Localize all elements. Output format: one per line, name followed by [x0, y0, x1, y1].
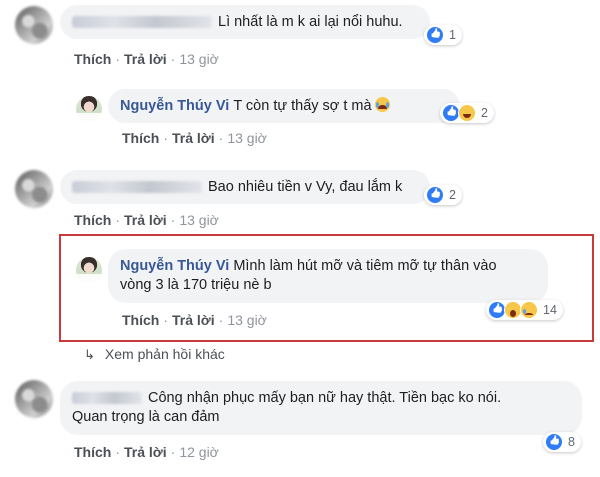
like-button[interactable]: Thích: [74, 51, 111, 67]
crying-emoji-icon: [374, 97, 390, 112]
reaction-count: 8: [568, 435, 575, 449]
avatar[interactable]: [15, 6, 53, 44]
comment-bubble: Lì nhất là m k ai lại nổi huhu.: [60, 5, 430, 39]
timestamp[interactable]: 13 giờ: [179, 212, 219, 228]
sad-icon: [520, 301, 538, 319]
reaction-summary[interactable]: 14: [486, 300, 563, 320]
reaction-summary[interactable]: 1: [424, 25, 462, 45]
comment-actions: Thích · Trả lời · 13 giờ: [74, 212, 219, 228]
reply-button[interactable]: Trả lời: [172, 312, 215, 328]
reaction-count: 1: [449, 28, 456, 42]
like-icon: [426, 26, 444, 44]
like-icon: [545, 433, 563, 451]
comment-bubble: Công nhận phục mấy bạn nữ hay thật. Tiền…: [60, 381, 582, 435]
like-button[interactable]: Thích: [122, 130, 159, 146]
reply-button[interactable]: Trả lời: [124, 212, 167, 228]
reply-button[interactable]: Trả lời: [124, 51, 167, 67]
comment-bubble: Bao nhiêu tiền v Vy, đau lắm k: [60, 170, 430, 204]
comment-text-line1: Công nhận phục mấy bạn nữ hay thật. Tiền…: [148, 390, 502, 406]
haha-icon: [458, 104, 476, 122]
like-button[interactable]: Thích: [74, 212, 111, 228]
author-name-blurred[interactable]: [72, 16, 212, 29]
comment-text: Lì nhất là m k ai lại nổi huhu.: [218, 14, 403, 30]
avatar[interactable]: [76, 96, 102, 122]
reply-button[interactable]: Trả lời: [172, 130, 215, 146]
comment-text: Bao nhiêu tiền v Vy, đau lắm k: [208, 179, 403, 195]
reaction-summary[interactable]: 2: [424, 185, 462, 205]
comment-actions: Thích · Trả lời · 13 giờ: [74, 51, 219, 67]
like-icon: [426, 186, 444, 204]
avatar[interactable]: [15, 380, 53, 418]
reaction-count: 2: [449, 188, 456, 202]
avatar[interactable]: [15, 170, 53, 208]
comment-text-line1: Mình làm hút mỡ và tiêm mỡ tự thân vào: [233, 258, 497, 274]
more-replies-link[interactable]: ↳ Xem phản hồi khác: [84, 346, 225, 363]
author-name-blurred[interactable]: [72, 181, 202, 194]
timestamp[interactable]: 13 giờ: [179, 51, 219, 67]
more-replies-label[interactable]: Xem phản hồi khác: [105, 346, 225, 362]
comment-text-line2: Quan trọng là can đảm: [72, 409, 220, 425]
timestamp[interactable]: 13 giờ: [227, 130, 267, 146]
comment-actions: Thích · Trả lời · 12 giờ: [74, 444, 219, 460]
reaction-count: 2: [481, 106, 488, 120]
avatar[interactable]: [76, 257, 102, 283]
author-name[interactable]: Nguyễn Thúy Vi: [120, 98, 229, 114]
reply-button[interactable]: Trả lời: [124, 444, 167, 460]
reaction-summary[interactable]: 8: [543, 432, 581, 452]
timestamp[interactable]: 13 giờ: [227, 312, 267, 328]
author-name-blurred[interactable]: [72, 392, 142, 405]
reaction-summary[interactable]: 2: [440, 103, 494, 123]
comment-bubble: Nguyễn Thúy Vi T còn tự thấy sợ t mà: [108, 89, 460, 123]
comment-text-line2: vòng 3 là 170 triệu nè b: [120, 277, 272, 293]
comment-bubble: Nguyễn Thúy Vi Mình làm hút mỡ và tiêm mỡ…: [108, 249, 548, 303]
like-button[interactable]: Thích: [74, 444, 111, 460]
author-name[interactable]: Nguyễn Thúy Vi: [120, 258, 229, 274]
comment-text: T còn tự thấy sợ t mà: [233, 98, 372, 114]
comment-actions: Thích · Trả lời · 13 giờ: [122, 312, 267, 328]
timestamp[interactable]: 12 giờ: [179, 444, 219, 460]
reaction-count: 14: [543, 303, 557, 317]
like-button[interactable]: Thích: [122, 312, 159, 328]
reply-arrow-icon: ↳: [84, 347, 95, 362]
comment-actions: Thích · Trả lời · 13 giờ: [122, 130, 267, 146]
